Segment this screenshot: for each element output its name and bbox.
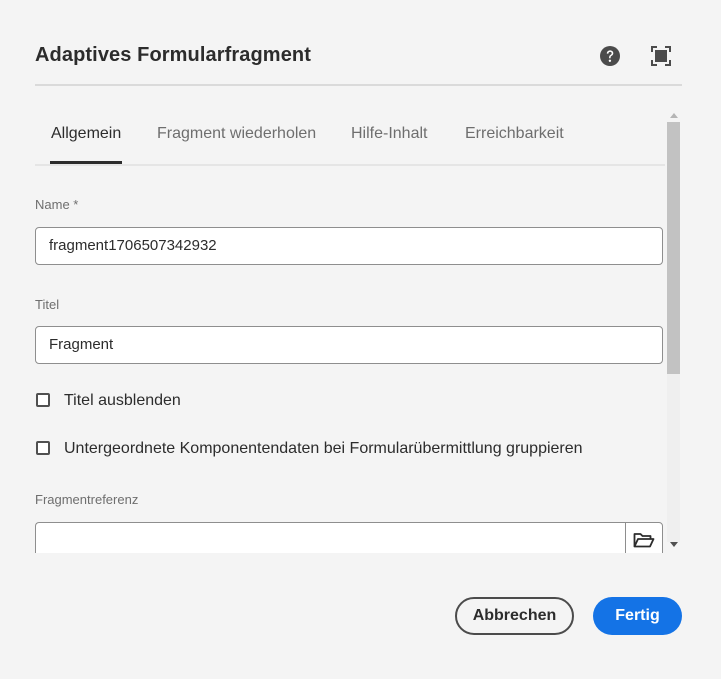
tab-erreichbarkeit[interactable]: Erreichbarkeit xyxy=(465,125,564,143)
scroll-up-arrow-icon[interactable] xyxy=(670,113,678,118)
dialog-title: Adaptives Formularfragment xyxy=(35,44,311,66)
done-button[interactable]: Fertig xyxy=(593,597,682,635)
dialog-content: Allgemein Fragment wiederholen Hilfe-Inh… xyxy=(35,110,682,553)
hide-title-checkbox-row[interactable]: Titel ausblenden xyxy=(35,392,255,412)
fragment-reference-input[interactable] xyxy=(35,522,627,553)
fragment-reference-field xyxy=(35,522,663,553)
tab-list: Allgemein Fragment wiederholen Hilfe-Inh… xyxy=(35,110,665,166)
group-data-label: Untergeordnete Komponentendaten bei Form… xyxy=(64,440,583,457)
dialog: Adaptives Formularfragment Allgemein Fra… xyxy=(0,0,721,679)
title-label: Titel xyxy=(35,297,60,312)
tab-allgemein[interactable]: Allgemein xyxy=(51,125,121,143)
group-data-checkbox[interactable] xyxy=(36,441,50,455)
tab-fragment-wiederholen[interactable]: Fragment wiederholen xyxy=(157,125,316,143)
browse-button[interactable] xyxy=(625,522,663,553)
name-label: Name * xyxy=(35,197,79,212)
group-data-checkbox-row[interactable]: Untergeordnete Komponentendaten bei Form… xyxy=(35,440,635,460)
scrollbar[interactable] xyxy=(667,110,682,553)
title-field[interactable]: Fragment xyxy=(35,326,663,364)
fragment-reference-label: Fragmentreferenz xyxy=(35,492,139,507)
help-icon[interactable] xyxy=(599,45,621,67)
hide-title-label: Titel ausblenden xyxy=(64,392,181,409)
folder-icon xyxy=(633,531,655,554)
scroll-down-arrow-icon[interactable] xyxy=(670,542,678,547)
name-field[interactable]: fragment1706507342932 xyxy=(35,227,663,265)
fullscreen-icon[interactable] xyxy=(650,45,672,67)
cancel-button[interactable]: Abbrechen xyxy=(455,597,574,635)
header-divider xyxy=(35,84,682,86)
hide-title-checkbox[interactable] xyxy=(36,393,50,407)
tab-hilfe-inhalt[interactable]: Hilfe-Inhalt xyxy=(351,125,427,143)
scrollbar-thumb[interactable] xyxy=(667,122,680,374)
active-tab-indicator xyxy=(50,161,122,164)
